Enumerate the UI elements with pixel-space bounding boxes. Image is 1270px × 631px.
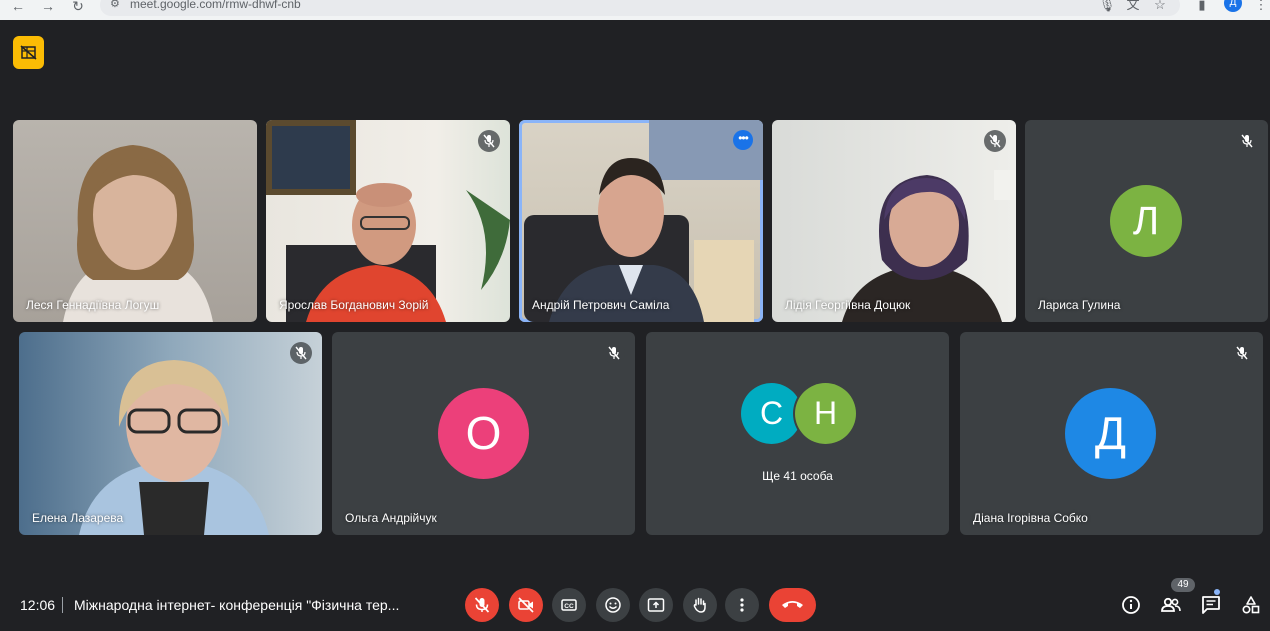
- forward-icon[interactable]: →: [38, 0, 58, 16]
- browser-toolbar: ← → ↻ ⚙ meet.google.com/rmw-dhwf-cnb 🎙 文…: [0, 0, 1270, 20]
- hang-up-icon: [782, 601, 803, 608]
- mic-off-indicator: [1231, 342, 1253, 364]
- meeting-details-icon[interactable]: [1120, 594, 1142, 616]
- participant-video: [266, 120, 510, 322]
- participant-avatar: О: [438, 388, 529, 479]
- svg-text:CC: CC: [564, 603, 574, 610]
- participant-tile-active-speaker[interactable]: ••• Андрій Петрович Саміла: [519, 120, 763, 322]
- participant-avatar: Д: [1065, 388, 1156, 479]
- more-vert-icon: [740, 598, 744, 612]
- people-icon[interactable]: [1160, 594, 1182, 616]
- participant-video: [524, 120, 763, 322]
- mic-off-indicator: [478, 130, 500, 152]
- participant-video: [79, 360, 269, 535]
- present-screen-button[interactable]: [639, 588, 673, 622]
- toggle-microphone-button[interactable]: [465, 588, 499, 622]
- participant-name: Ольга Андрійчук: [345, 511, 437, 525]
- mic-off-icon: [474, 597, 490, 613]
- more-options-button[interactable]: [725, 588, 759, 622]
- mic-off-indicator: [290, 342, 312, 364]
- mic-off-icon: [295, 346, 307, 360]
- address-bar[interactable]: ⚙ meet.google.com/rmw-dhwf-cnb: [100, 0, 1180, 16]
- hand-icon: [693, 597, 706, 613]
- participant-name: Леся Геннадіївна Логуш: [26, 298, 160, 312]
- leave-call-button[interactable]: [769, 588, 816, 622]
- side-panel-icon[interactable]: ▮: [1193, 0, 1211, 14]
- activities-icon[interactable]: [1240, 594, 1262, 616]
- mic-off-indicator: [1236, 130, 1258, 152]
- camera-off-icon: [518, 597, 534, 613]
- more-options-icon[interactable]: •••: [733, 130, 753, 150]
- mic-off-icon: [1236, 346, 1248, 360]
- participant-name: Лариса Гулина: [1038, 298, 1121, 312]
- mic-off-icon: [1241, 134, 1253, 148]
- back-icon[interactable]: ←: [8, 0, 28, 16]
- participant-avatar: Н: [795, 383, 856, 444]
- participant-tile[interactable]: Л Лариса Гулина: [1025, 120, 1268, 322]
- url-text[interactable]: meet.google.com/rmw-dhwf-cnb: [130, 0, 301, 11]
- translate-icon[interactable]: 文: [1124, 0, 1142, 14]
- captions-button[interactable]: CC: [552, 588, 586, 622]
- emoji-icon: [605, 597, 621, 613]
- reload-icon[interactable]: ↻: [68, 0, 88, 16]
- mic-off-icon: [608, 346, 620, 360]
- camera-warning-badge[interactable]: [13, 36, 44, 69]
- participant-name: Ярослав Богданович Зорій: [279, 298, 429, 312]
- participant-tile[interactable]: Елена Лазарева: [19, 332, 322, 535]
- participant-tile[interactable]: Леся Геннадіївна Логуш: [13, 120, 257, 322]
- menu-kebab-icon[interactable]: ⋮: [1252, 0, 1270, 14]
- participant-name: Діана Ігорівна Собко: [973, 511, 1088, 525]
- microphone-icon[interactable]: 🎙: [1098, 0, 1116, 14]
- participant-tile[interactable]: О Ольга Андрійчук: [332, 332, 635, 535]
- participant-avatar: Л: [1110, 185, 1182, 257]
- profile-avatar[interactable]: Д: [1224, 0, 1242, 12]
- mic-off-icon: [989, 134, 1001, 148]
- bookmark-star-icon[interactable]: ☆: [1151, 0, 1169, 14]
- chat-icon[interactable]: [1200, 594, 1222, 616]
- others-count-label: Ще 41 особа: [762, 469, 833, 483]
- grid-off-icon: [20, 45, 37, 60]
- meeting-title: Міжнародна інтернет- конференція "Фізичн…: [74, 597, 400, 613]
- participant-name: Лідія Георгіївна Доцюк: [785, 298, 911, 312]
- unread-dot: [1214, 589, 1220, 595]
- toggle-camera-button[interactable]: [509, 588, 543, 622]
- mic-off-indicator: [984, 130, 1006, 152]
- reactions-button[interactable]: [596, 588, 630, 622]
- participant-tile[interactable]: Лідія Георгіївна Доцюк: [772, 120, 1016, 322]
- participant-video: [842, 170, 1016, 322]
- participant-name: Андрій Петрович Саміла: [532, 298, 670, 312]
- mic-off-icon: [483, 134, 495, 148]
- participant-video: [63, 145, 213, 322]
- meeting-clock: 12:06: [20, 597, 56, 613]
- site-info-icon[interactable]: ⚙: [110, 0, 122, 10]
- participant-tile[interactable]: Ярослав Богданович Зорій: [266, 120, 510, 322]
- participant-avatar: С: [741, 383, 802, 444]
- participant-tile[interactable]: Д Діана Ігорівна Собко: [960, 332, 1263, 535]
- participant-name: Елена Лазарева: [32, 511, 124, 525]
- participant-count-badge: 49: [1171, 578, 1195, 592]
- mic-off-indicator: [603, 342, 625, 364]
- others-tile[interactable]: С Н Ще 41 особа: [646, 332, 949, 535]
- divider: [62, 597, 63, 613]
- present-screen-icon: [647, 598, 665, 612]
- closed-captions-icon: CC: [561, 599, 577, 611]
- raise-hand-button[interactable]: [683, 588, 717, 622]
